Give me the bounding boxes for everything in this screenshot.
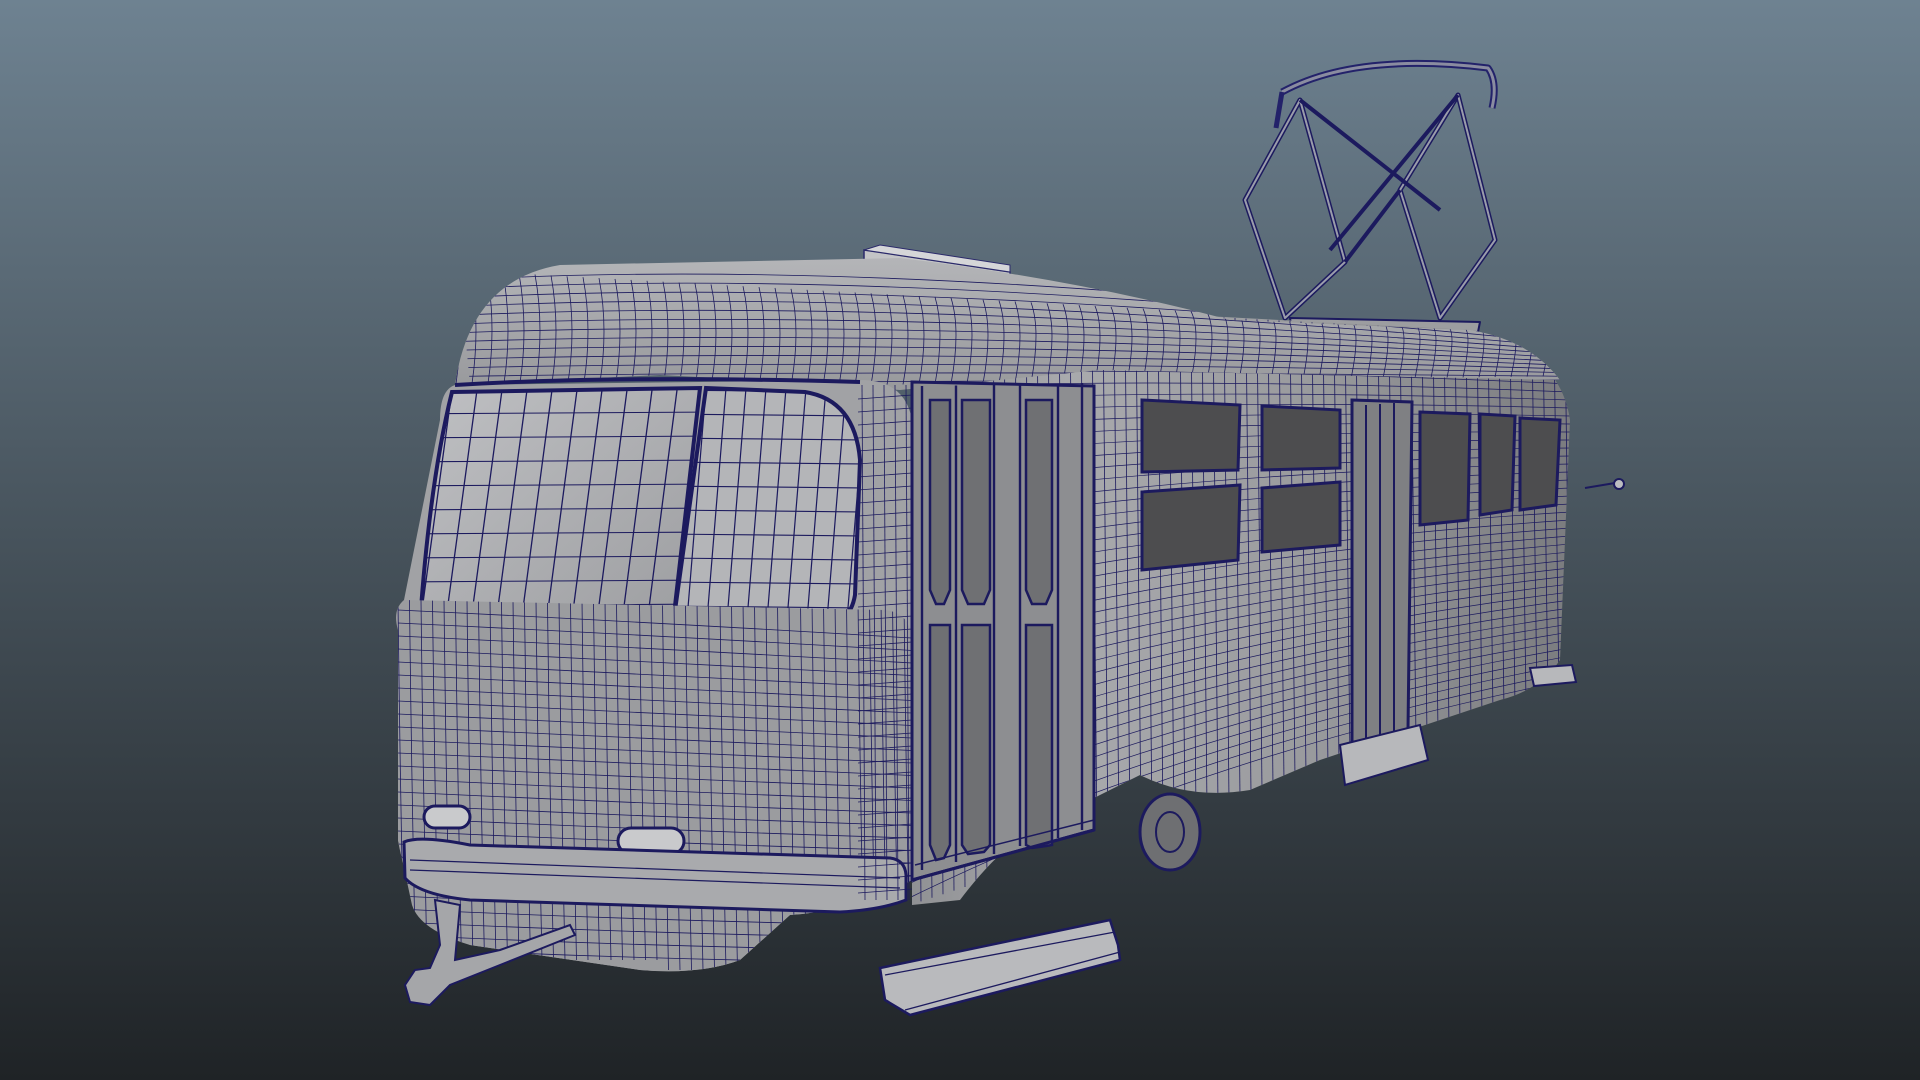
front-door[interactable] — [910, 380, 1096, 882]
wheel — [1138, 792, 1202, 872]
windshield — [417, 385, 863, 635]
viewport-3d[interactable] — [0, 0, 1920, 1080]
viewport-canvas[interactable] — [0, 0, 1920, 1080]
